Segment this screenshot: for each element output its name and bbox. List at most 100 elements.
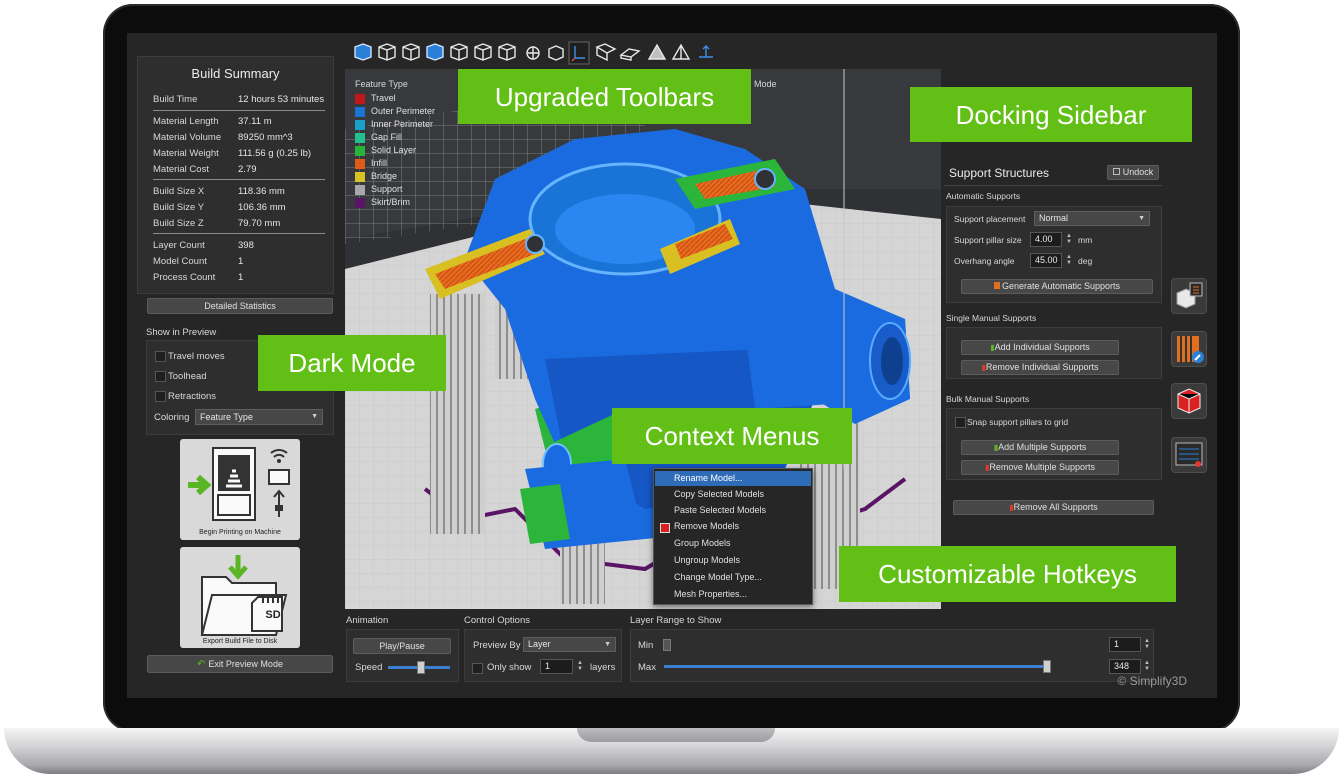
toolhead-checkbox[interactable] — [155, 371, 166, 382]
control-options-title: Control Options — [464, 615, 531, 626]
cube-grid-icon — [1176, 282, 1203, 309]
layout-tool-icon[interactable] — [1171, 437, 1207, 473]
legend-swatch — [355, 198, 365, 208]
undock-label: Undock — [1122, 167, 1154, 177]
retractions-checkbox[interactable] — [155, 391, 166, 402]
model-support-tool-icon[interactable] — [1171, 383, 1207, 419]
show-in-preview-title: Show in Preview — [146, 327, 217, 338]
pillar-size-unit: mm — [1078, 235, 1093, 245]
exit-preview-button[interactable]: ↶ Exit Preview Mode — [147, 655, 333, 673]
layer-min-handle[interactable] — [663, 639, 671, 651]
support-placement-label: Support placement — [954, 214, 1026, 224]
layer-min-input[interactable]: 1 — [1109, 637, 1141, 652]
toolhead-y: Y: 70.100 — [355, 577, 394, 587]
coloring-label: Coloring — [154, 412, 190, 423]
speed-slider-handle[interactable] — [417, 661, 425, 674]
pillar-size-input[interactable]: 4.00 — [1030, 232, 1062, 247]
layer-max-label: Max — [638, 662, 656, 673]
pillar-size-stepper[interactable]: ▲ ▼ — [1065, 233, 1073, 245]
sd-card-label: SD — [265, 609, 281, 621]
support-structures-title: Support Structures — [949, 166, 1050, 180]
generate-supports-button[interactable]: Generate Automatic Supports — [961, 279, 1153, 294]
only-show-checkbox[interactable] — [472, 663, 483, 674]
layer-min-label: Min — [638, 640, 654, 651]
travel-moves-checkbox[interactable] — [155, 351, 166, 362]
remove-all-supports-button[interactable]: ▮Remove All Supports — [953, 500, 1154, 515]
build-summary-title: Build Summary — [191, 66, 280, 81]
legend-swatch — [355, 146, 365, 156]
begin-printing-button[interactable]: Begin Printing on Machine — [180, 439, 300, 540]
view-mode-label: Mode — [754, 79, 777, 89]
toolhead-position-title: Toolhead Position — [355, 551, 427, 561]
legend-swatch — [355, 133, 365, 143]
preview-by-label: Preview By — [473, 640, 521, 651]
grid-layout-icon — [1175, 442, 1203, 467]
layer-range-panel — [630, 629, 1154, 682]
summary-label: Material Weight — [153, 148, 219, 159]
context-menu-item[interactable]: Change Model Type... — [655, 570, 811, 585]
layer-max-track[interactable] — [664, 665, 1047, 668]
legend-label: Outer Perimeter — [371, 106, 436, 116]
retractions-label: Retractions — [168, 391, 217, 402]
top-toolbar — [347, 41, 727, 67]
legend-label: Skirt/Brim — [371, 197, 410, 207]
callout-upgraded-toolbars: Upgraded Toolbars — [458, 69, 751, 124]
speed-label: Speed — [355, 662, 383, 673]
summary-value: 2.79 — [238, 164, 257, 175]
export-build-button[interactable]: SD Export Build File to Disk — [180, 547, 300, 648]
remove-multiple-button[interactable]: ▮Remove Multiple Supports — [961, 460, 1119, 475]
summary-label: Material Volume — [153, 132, 222, 143]
legend-label: Travel — [371, 93, 396, 103]
folder-sd-icon — [200, 555, 288, 636]
detailed-statistics-button[interactable]: Detailed Statistics — [147, 298, 333, 314]
printer-machine-icon — [188, 447, 290, 521]
context-menu-item[interactable]: Rename Model... — [655, 471, 811, 486]
summary-label: Process Count — [153, 272, 216, 283]
overhang-angle-input[interactable]: 45.00 — [1030, 253, 1062, 268]
add-individual-button[interactable]: ▮Add Individual Supports — [961, 340, 1119, 355]
context-menu-item[interactable]: Group Models — [655, 536, 811, 551]
coloring-select[interactable]: Feature Type ▼ — [195, 409, 323, 425]
layer-min-stepper[interactable]: ▲ ▼ — [1143, 638, 1151, 650]
only-show-label: Only show — [487, 662, 532, 673]
begin-printing-label: Begin Printing on Machine — [199, 529, 281, 536]
layer-max-stepper[interactable]: ▲ ▼ — [1143, 660, 1151, 672]
play-pause-button[interactable]: Play/Pause — [353, 638, 451, 654]
summary-value: 12 hours 53 minutes — [238, 94, 325, 105]
add-multiple-button[interactable]: ▮Add Multiple Supports — [961, 440, 1119, 455]
generate-supports-icon — [993, 282, 1000, 289]
only-show-stepper[interactable]: ▲ ▼ — [576, 660, 584, 672]
undock-button[interactable]: Undock — [1107, 165, 1159, 180]
preview-by-select[interactable]: Layer ▼ — [523, 637, 616, 652]
legend-label: Bridge — [371, 171, 398, 181]
legend-label: Infill — [371, 158, 388, 168]
context-menu: Rename Model... Copy Selected Models Paste… — [653, 468, 813, 605]
add-multiple-label: Add Multiple Supports — [998, 442, 1087, 452]
summary-label: Material Cost — [153, 164, 209, 175]
generate-supports-label: Generate Automatic Supports — [1001, 281, 1121, 291]
remove-individual-button[interactable]: ▮Remove Individual Supports — [961, 360, 1119, 375]
callout-customizable-hotkeys: Customizable Hotkeys — [839, 546, 1176, 602]
coloring-value: Feature Type — [200, 412, 253, 422]
context-menu-item[interactable]: Mesh Properties... — [655, 587, 811, 602]
place-support-tool-icon[interactable] — [1171, 278, 1207, 314]
summary-separator — [153, 179, 325, 180]
view-toolbar-icons[interactable] — [347, 41, 727, 67]
context-menu-item[interactable]: Remove Models — [655, 519, 811, 534]
edit-support-tool-icon[interactable] — [1171, 331, 1207, 367]
summary-label: Build Time — [153, 94, 198, 105]
summary-value: 1 — [238, 272, 244, 283]
layer-max-handle[interactable] — [1043, 660, 1051, 673]
layer-max-input[interactable]: 348 — [1109, 659, 1141, 674]
summary-value: 106.36 mm — [238, 202, 286, 213]
legend-label: Support — [371, 184, 403, 194]
context-menu-item[interactable]: Copy Selected Models — [655, 487, 811, 502]
overhang-angle-stepper[interactable]: ▲ ▼ — [1065, 254, 1073, 266]
support-placement-select[interactable]: Normal ▼ — [1034, 211, 1150, 226]
only-show-input[interactable]: 1 — [540, 659, 573, 674]
context-menu-item[interactable]: Ungroup Models — [655, 553, 811, 568]
summary-value: 398 — [238, 240, 254, 251]
summary-separator — [153, 233, 325, 234]
context-menu-item[interactable]: Paste Selected Models — [655, 503, 811, 518]
snap-to-grid-checkbox[interactable] — [955, 417, 966, 428]
